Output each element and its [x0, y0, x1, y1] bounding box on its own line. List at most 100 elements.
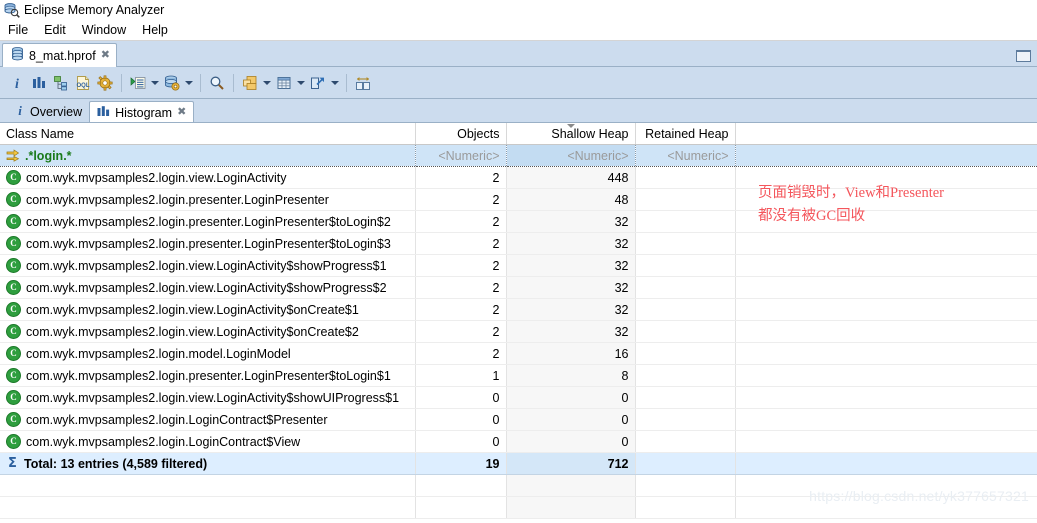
table-row[interactable]: C com.wyk.mvpsamples2.login.LoginContrac…	[0, 408, 1037, 431]
close-icon[interactable]: ✖	[101, 50, 110, 61]
filter-cell-retained-heap[interactable]: <Numeric>	[635, 144, 736, 167]
cell-class-name[interactable]: C com.wyk.mvpsamples2.login.LoginContrac…	[0, 430, 416, 453]
column-header-class-name[interactable]: Class Name	[0, 123, 416, 145]
cell-shallow-heap: 0	[506, 386, 636, 409]
cell-objects: 0	[415, 386, 507, 409]
cell-class-name[interactable]: C com.wyk.mvpsamples2.login.view.LoginAc…	[0, 320, 416, 343]
table-filter-row[interactable]: .*login.* <Numeric> <Numeric> <Numeric>	[0, 144, 1037, 167]
restore-window-icon[interactable]	[1016, 50, 1031, 62]
export-button[interactable]	[307, 72, 329, 94]
cell-class-name[interactable]: C com.wyk.mvpsamples2.login.presenter.Lo…	[0, 232, 416, 255]
cell-class-name[interactable]: C com.wyk.mvpsamples2.login.view.LoginAc…	[0, 166, 416, 189]
cell-objects: 2	[415, 166, 507, 189]
compare-button[interactable]	[352, 72, 374, 94]
cell-class-name[interactable]: C com.wyk.mvpsamples2.login.presenter.Lo…	[0, 188, 416, 211]
cell-class-name[interactable]: C com.wyk.mvpsamples2.login.view.LoginAc…	[0, 298, 416, 321]
group-by-button[interactable]	[239, 72, 261, 94]
table-row[interactable]: C com.wyk.mvpsamples2.login.view.LoginAc…	[0, 320, 1037, 343]
cell-class-name[interactable]: C com.wyk.mvpsamples2.login.view.LoginAc…	[0, 386, 416, 409]
table-total-row: Σ Total: 13 entries (4,589 filtered) 19 …	[0, 452, 1037, 475]
tab-overview[interactable]: i Overview	[8, 101, 89, 122]
class-name-label: com.wyk.mvpsamples2.login.presenter.Logi…	[26, 368, 391, 383]
column-header-retained-heap[interactable]: Retained Heap	[635, 123, 736, 145]
filter-cell-class-name[interactable]: .*login.*	[0, 144, 416, 167]
empty-cell	[415, 496, 507, 519]
cell-retained-heap	[635, 210, 736, 233]
cell-objects: 2	[415, 188, 507, 211]
table-row[interactable]: C com.wyk.mvpsamples2.login.view.LoginAc…	[0, 254, 1037, 277]
class-name-label: com.wyk.mvpsamples2.login.presenter.Logi…	[26, 236, 391, 251]
cell-filler	[735, 298, 1037, 321]
open-query-browser-dropdown-icon[interactable]	[149, 72, 161, 94]
cell-filler	[735, 342, 1037, 365]
cell-class-name[interactable]: C com.wyk.mvpsamples2.login.view.LoginAc…	[0, 254, 416, 277]
table-row[interactable]: C com.wyk.mvpsamples2.login.view.LoginAc…	[0, 298, 1037, 321]
cell-class-name[interactable]: C com.wyk.mvpsamples2.login.view.LoginAc…	[0, 276, 416, 299]
filter-cell-objects[interactable]: <Numeric>	[415, 144, 507, 167]
table-row[interactable]: C com.wyk.mvpsamples2.login.presenter.Lo…	[0, 188, 1037, 211]
dominator-tree-button[interactable]	[50, 72, 72, 94]
table-row[interactable]: C com.wyk.mvpsamples2.login.view.LoginAc…	[0, 166, 1037, 189]
run-expert-system-dropdown-icon[interactable]	[183, 72, 195, 94]
cell-class-name[interactable]: C com.wyk.mvpsamples2.login.LoginContrac…	[0, 408, 416, 431]
table-row[interactable]: C com.wyk.mvpsamples2.login.presenter.Lo…	[0, 210, 1037, 233]
table-row[interactable]: C com.wyk.mvpsamples2.login.view.LoginAc…	[0, 386, 1037, 409]
cell-class-name[interactable]: C com.wyk.mvpsamples2.login.model.LoginM…	[0, 342, 416, 365]
histogram-button[interactable]	[28, 72, 50, 94]
class-icon: C	[6, 302, 21, 317]
inspector-button[interactable]	[94, 72, 116, 94]
tab-histogram[interactable]: Histogram ✖	[89, 101, 195, 123]
close-icon[interactable]: ✖	[177, 107, 186, 118]
calculate-retained-size-dropdown-icon[interactable]	[295, 72, 307, 94]
oql-button[interactable]: OQL	[72, 72, 94, 94]
export-dropdown-icon[interactable]	[329, 72, 341, 94]
cell-shallow-heap: 32	[506, 298, 636, 321]
table-row[interactable]: C com.wyk.mvpsamples2.login.view.LoginAc…	[0, 276, 1037, 299]
cell-filler	[735, 276, 1037, 299]
menu-item-edit[interactable]: Edit	[44, 22, 74, 38]
cell-objects: 2	[415, 342, 507, 365]
table-row[interactable]: C com.wyk.mvpsamples2.login.presenter.Lo…	[0, 364, 1037, 387]
open-query-browser-button[interactable]	[127, 72, 149, 94]
group-by-dropdown-icon[interactable]	[261, 72, 273, 94]
cell-filler	[735, 430, 1037, 453]
class-icon: C	[6, 170, 21, 185]
menu-item-help[interactable]: Help	[142, 22, 176, 38]
filter-cell-shallow-heap[interactable]: <Numeric>	[506, 144, 636, 167]
editor-tab-heap-dump[interactable]: 8_mat.hprof ✖	[2, 43, 117, 67]
view-tabbar: i Overview Histogram ✖	[0, 99, 1037, 123]
tab-histogram-label: Histogram	[115, 105, 173, 120]
toolbar-separator	[200, 73, 201, 92]
empty-cell	[506, 474, 636, 497]
column-header-objects[interactable]: Objects	[415, 123, 507, 145]
column-header-shallow-heap[interactable]: Shallow Heap	[506, 123, 636, 145]
find-button[interactable]	[206, 72, 228, 94]
cell-filler	[735, 210, 1037, 233]
cell-retained-heap	[635, 386, 736, 409]
table-row[interactable]: C com.wyk.mvpsamples2.login.LoginContrac…	[0, 430, 1037, 453]
class-icon: C	[6, 214, 21, 229]
menu-item-file[interactable]: File	[8, 22, 36, 38]
cell-shallow-heap: 32	[506, 254, 636, 277]
table-row[interactable]: C com.wyk.mvpsamples2.login.presenter.Lo…	[0, 232, 1037, 255]
class-icon: C	[6, 280, 21, 295]
cell-retained-heap	[635, 188, 736, 211]
cell-class-name[interactable]: C com.wyk.mvpsamples2.login.presenter.Lo…	[0, 210, 416, 233]
cell-class-name[interactable]: C com.wyk.mvpsamples2.login.presenter.Lo…	[0, 364, 416, 387]
class-icon: C	[6, 412, 21, 427]
cell-objects: 2	[415, 298, 507, 321]
toolbar-separator	[233, 73, 234, 92]
cell-shallow-heap: 16	[506, 342, 636, 365]
cell-filler	[735, 320, 1037, 343]
class-name-label: com.wyk.mvpsamples2.login.presenter.Logi…	[26, 192, 329, 207]
menu-item-window[interactable]: Window	[82, 22, 134, 38]
overview-info-button[interactable]: i	[6, 72, 28, 94]
run-expert-system-button[interactable]	[161, 72, 183, 94]
histogram-table: Class Name Objects Shallow Heap Retained…	[0, 123, 1037, 519]
calculate-retained-size-button[interactable]	[273, 72, 295, 94]
info-i-icon: i	[15, 103, 25, 120]
cell-filler	[735, 364, 1037, 387]
cell-retained-heap	[635, 254, 736, 277]
table-row[interactable]: C com.wyk.mvpsamples2.login.model.LoginM…	[0, 342, 1037, 365]
cell-retained-heap	[635, 276, 736, 299]
